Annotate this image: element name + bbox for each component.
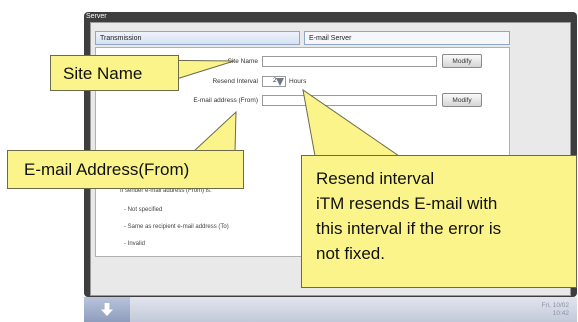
resend-pointer xyxy=(302,88,401,157)
resend-callout-line: Resend interval xyxy=(316,169,435,188)
resend-interval-callout: Resend interval iTM resends E-mail with … xyxy=(301,155,577,288)
resend-callout-line: this interval if the error is xyxy=(316,219,502,238)
email-from-pointer xyxy=(191,110,237,153)
email-from-callout: E-mail Address(From) xyxy=(7,150,244,189)
resend-callout-line: not fixed. xyxy=(316,244,385,263)
site-name-callout: Site Name xyxy=(50,55,179,91)
resend-callout-line: iTM resends E-mail with xyxy=(316,194,498,213)
